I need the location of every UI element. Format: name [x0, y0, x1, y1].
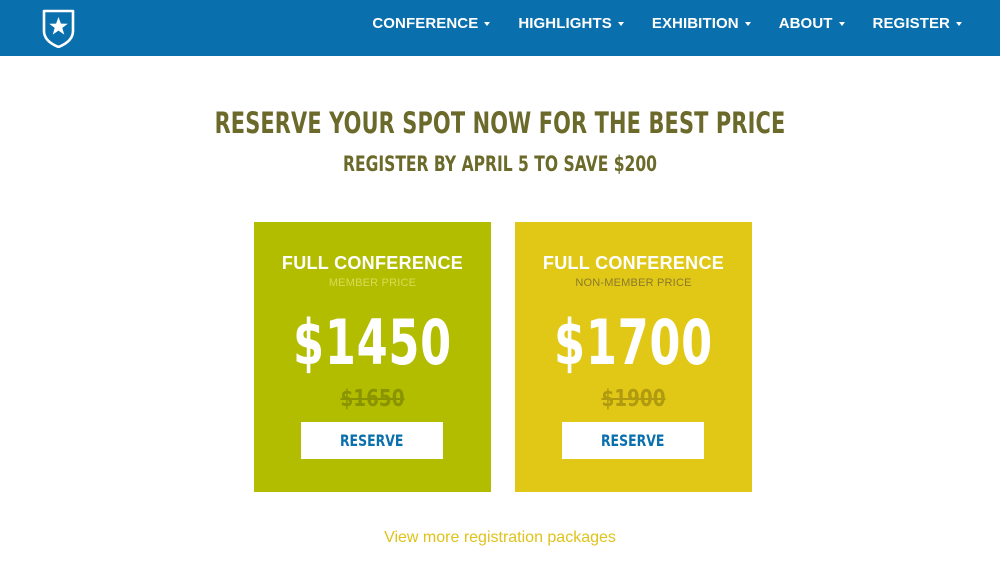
- chevron-down-icon: [744, 22, 751, 26]
- chevron-down-icon: [838, 22, 845, 26]
- main-menu: CONFERENCE HIGHLIGHTS EXHIBITION ABOUT R…: [372, 0, 962, 46]
- shield-star-icon[interactable]: [41, 8, 76, 48]
- chevron-down-icon: [956, 22, 962, 26]
- chevron-down-icon: [484, 22, 491, 26]
- top-navigation-bar: CONFERENCE HIGHLIGHTS EXHIBITION ABOUT R…: [0, 0, 1000, 56]
- nav-item-highlights[interactable]: HIGHLIGHTS: [518, 0, 624, 46]
- nav-item-label: CONFERENCE: [372, 14, 479, 32]
- page-subheadline: REGISTER BY APRIL 5 TO SAVE $200: [343, 152, 657, 176]
- card-price: $1450: [293, 306, 452, 379]
- reserve-button-label: RESERVE: [601, 431, 665, 450]
- chevron-down-icon: [617, 22, 624, 26]
- card-old-price: $1900: [601, 386, 666, 412]
- nav-item-about[interactable]: ABOUT: [779, 0, 845, 46]
- nav-item-register[interactable]: REGISTER: [873, 0, 962, 46]
- nav-item-label: REGISTER: [872, 14, 950, 32]
- nav-item-label: EXHIBITION: [651, 14, 739, 32]
- pricing-card-member: FULL CONFERENCE MEMBER PRICE $1450 $1650…: [254, 222, 491, 492]
- view-more-packages-link[interactable]: View more registration packages: [0, 529, 1000, 547]
- nav-item-label: HIGHLIGHTS: [518, 14, 612, 32]
- card-title: FULL CONFERENCE: [542, 253, 725, 273]
- card-title: FULL CONFERENCE: [281, 253, 464, 273]
- card-subtitle: NON-MEMBER PRICE: [575, 277, 692, 289]
- nav-item-exhibition[interactable]: EXHIBITION: [652, 0, 751, 46]
- nav-item-conference[interactable]: CONFERENCE: [372, 0, 491, 46]
- reserve-button-member[interactable]: RESERVE: [301, 422, 443, 459]
- card-price: $1700: [554, 306, 713, 379]
- reserve-button-label: RESERVE: [340, 431, 404, 450]
- nav-item-label: ABOUT: [778, 14, 833, 32]
- card-subtitle: MEMBER PRICE: [328, 277, 417, 289]
- pricing-card-non-member: FULL CONFERENCE NON-MEMBER PRICE $1700 $…: [515, 222, 752, 492]
- card-old-price: $1650: [340, 386, 405, 412]
- reserve-button-non-member[interactable]: RESERVE: [562, 422, 704, 459]
- page-headline: RESERVE YOUR SPOT NOW FOR THE BEST PRICE: [214, 106, 786, 140]
